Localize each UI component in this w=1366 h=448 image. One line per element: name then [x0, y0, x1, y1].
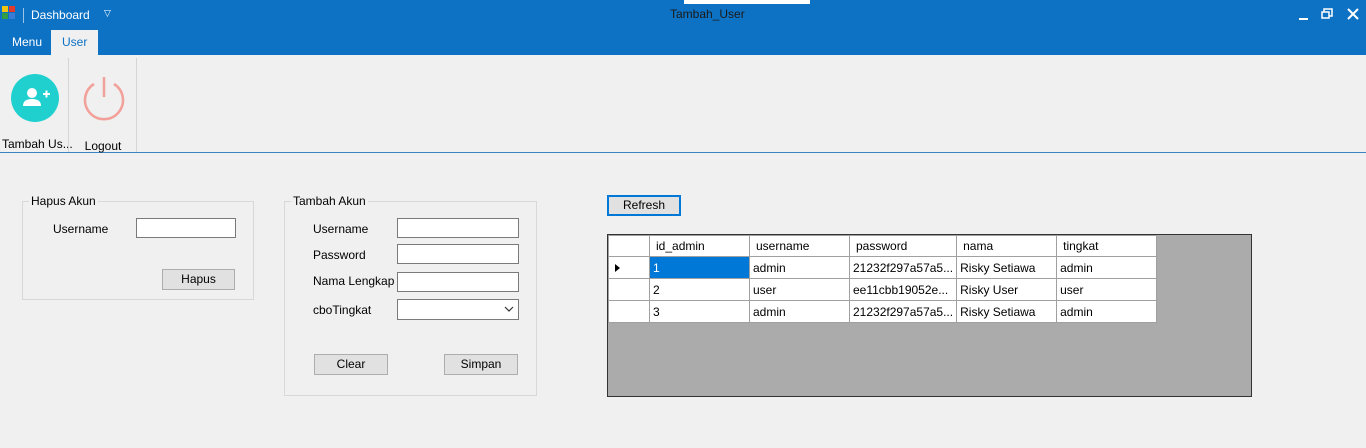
- table-cell[interactable]: user: [1056, 278, 1158, 301]
- current-row-arrow-icon: [615, 263, 620, 272]
- table-cell[interactable]: Risky Setiawa: [956, 300, 1058, 323]
- table-cell[interactable]: 1: [649, 256, 750, 279]
- table-row[interactable]: 3 admin 21232f297a57a5... Risky Setiawa …: [608, 300, 1158, 323]
- clear-button[interactable]: Clear: [314, 354, 388, 375]
- table-cell[interactable]: admin: [749, 300, 850, 323]
- logout-button[interactable]: Logout: [70, 55, 136, 153]
- column-header-password[interactable]: password: [848, 235, 958, 257]
- nama-lengkap-label: Nama Lengkap: [313, 274, 395, 288]
- power-icon: [83, 77, 125, 121]
- table-cell[interactable]: ee11cbb19052e...: [848, 278, 958, 301]
- grid-corner-header[interactable]: [608, 235, 650, 257]
- table-row[interactable]: 2 user ee11cbb19052e... Risky User user: [608, 278, 1158, 301]
- table-cell[interactable]: 3: [649, 300, 750, 323]
- column-header-username[interactable]: username: [749, 235, 850, 257]
- tambah-username-input[interactable]: [397, 218, 519, 238]
- tambah-akun-legend: Tambah Akun: [291, 194, 368, 208]
- row-header[interactable]: [608, 300, 650, 323]
- column-header-nama[interactable]: nama: [956, 235, 1058, 257]
- data-grid[interactable]: id_admin username password nama tingkat …: [607, 234, 1252, 397]
- minimize-button[interactable]: [1292, 4, 1316, 24]
- tambah-akun-group: Tambah Akun Username Password Nama Lengk…: [284, 194, 537, 396]
- chevron-down-icon: [504, 306, 514, 312]
- add-user-icon: [11, 74, 59, 122]
- hapus-username-label: Username: [53, 222, 109, 236]
- table-cell[interactable]: user: [749, 278, 850, 301]
- ribbon-separator: [68, 58, 69, 152]
- password-input[interactable]: [397, 244, 519, 264]
- app-icon[interactable]: [2, 6, 16, 20]
- row-header[interactable]: [608, 256, 650, 279]
- hapus-button[interactable]: Hapus: [162, 269, 235, 290]
- refresh-button[interactable]: Refresh: [607, 195, 681, 216]
- quick-access-separator: [23, 8, 24, 23]
- tingkat-select[interactable]: [397, 299, 519, 320]
- table-cell[interactable]: admin: [1056, 300, 1158, 323]
- table-cell[interactable]: Risky User: [956, 278, 1058, 301]
- logout-label: Logout: [84, 139, 122, 153]
- tambah-user-label: Tambah Us...: [2, 137, 73, 151]
- quick-access-title: Dashboard: [31, 8, 90, 22]
- hapus-username-input[interactable]: [136, 218, 236, 238]
- quick-access-dropdown-icon[interactable]: ▽: [104, 8, 111, 19]
- table-cell[interactable]: Risky Setiawa: [956, 256, 1058, 279]
- hapus-akun-legend: Hapus Akun: [29, 194, 98, 208]
- title-bar: Dashboard ▽ Tambah_User: [0, 0, 1366, 30]
- title-strip: [684, 0, 810, 4]
- table-cell[interactable]: 21232f297a57a5...: [848, 300, 958, 323]
- ribbon-panel: Tambah Us... Logout: [0, 55, 1366, 153]
- password-label: Password: [313, 248, 366, 262]
- tambah-user-button[interactable]: Tambah Us...: [0, 55, 73, 152]
- tambah-username-label: Username: [313, 222, 369, 236]
- column-header-id-admin[interactable]: id_admin: [649, 235, 750, 257]
- restore-button[interactable]: [1315, 4, 1339, 24]
- close-icon: [1347, 8, 1359, 20]
- minimize-icon: [1299, 18, 1308, 20]
- hapus-akun-group: Hapus Akun Username Hapus: [22, 194, 254, 300]
- data-grid-table: id_admin username password nama tingkat …: [608, 235, 1158, 323]
- ribbon-separator: [136, 58, 137, 152]
- table-row[interactable]: 1 admin 21232f297a57a5... Risky Setiawa …: [608, 256, 1158, 279]
- window-title: Tambah_User: [670, 7, 745, 21]
- row-header[interactable]: [608, 278, 650, 301]
- column-header-tingkat[interactable]: tingkat: [1056, 235, 1158, 257]
- table-cell[interactable]: admin: [1056, 256, 1158, 279]
- restore-icon: [1321, 8, 1333, 19]
- nama-lengkap-input[interactable]: [397, 272, 519, 292]
- grid-header-row: id_admin username password nama tingkat: [608, 235, 1158, 257]
- tingkat-label: cboTingkat: [313, 303, 372, 317]
- ribbon-tabs: Menu User: [0, 30, 1366, 55]
- simpan-button[interactable]: Simpan: [444, 354, 518, 375]
- tab-menu[interactable]: Menu: [1, 30, 53, 55]
- tab-user[interactable]: User: [51, 30, 99, 55]
- table-cell[interactable]: admin: [749, 256, 850, 279]
- table-cell[interactable]: 2: [649, 278, 750, 301]
- close-button[interactable]: [1341, 4, 1365, 24]
- table-cell[interactable]: 21232f297a57a5...: [848, 256, 958, 279]
